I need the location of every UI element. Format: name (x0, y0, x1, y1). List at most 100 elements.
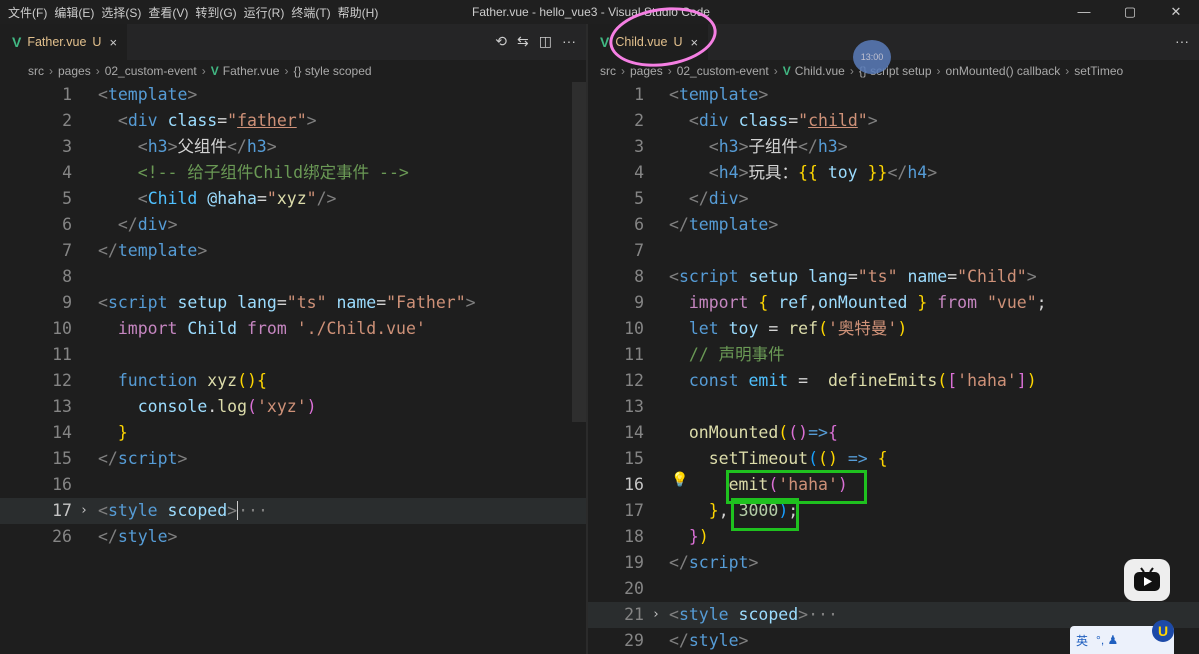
line-number: 10 (52, 319, 72, 338)
code-line[interactable]: 3 <h3>父组件</h3> (0, 134, 586, 160)
code-line[interactable]: 4 <!-- 给子组件Child绑定事件 --> (0, 160, 586, 186)
code-line[interactable]: 4 <h4>玩具：{{ toy }}</h4> (588, 160, 1199, 186)
code-line[interactable]: 17 › <style scoped>··· (0, 498, 586, 524)
code-line[interactable]: 3 <h3>子组件</h3> (588, 134, 1199, 160)
code-line[interactable]: 7 (588, 238, 1199, 264)
menu-item-6[interactable]: 终端(T) (291, 4, 337, 21)
code-line[interactable]: 1 <template> (588, 82, 1199, 108)
code-line[interactable]: 15 setTimeout(() => { (588, 446, 1199, 472)
line-number: 19 (624, 553, 644, 572)
split-editor-icon[interactable]: ◫ (539, 33, 552, 50)
code-line[interactable]: 8 <script setup lang="ts" name="Child"> (588, 264, 1199, 290)
menu-item-5[interactable]: 运行(R) (244, 4, 292, 21)
line-number: 5 (62, 189, 72, 208)
code-line[interactable]: 16 (0, 472, 586, 498)
timeline-icon[interactable]: ⟲ (495, 33, 507, 50)
menu-item-1[interactable]: 编辑(E) (54, 4, 101, 21)
fold-chevron-icon[interactable]: › (652, 602, 660, 628)
code-line[interactable]: 5 </div> (588, 186, 1199, 212)
code-line[interactable]: 8 (0, 264, 586, 290)
breadcrumb-item[interactable]: 02_custom-event (105, 64, 197, 78)
line-number: 14 (52, 423, 72, 442)
lightbulb-icon[interactable]: 💡 (671, 471, 688, 488)
code-line[interactable]: 20 (588, 576, 1199, 602)
u-badge-icon[interactable]: U (1152, 620, 1174, 642)
menu-item-4[interactable]: 转到(G) (195, 4, 243, 21)
code-text: <script setup lang="ts" name="Child"> (669, 267, 1037, 286)
menu-item-7[interactable]: 帮助(H) (338, 4, 386, 21)
line-number: 17 (624, 501, 644, 520)
breadcrumb-item[interactable]: setTimeo (1074, 64, 1123, 78)
code-line[interactable]: 26 </style> (0, 524, 586, 550)
scrollbar-left[interactable] (572, 82, 586, 422)
code-line[interactable]: 17 }, 3000); (588, 498, 1199, 524)
code-line[interactable]: 19 </script> (588, 550, 1199, 576)
code-text: } (117, 423, 128, 442)
code-line[interactable]: 15 </script> (0, 446, 586, 472)
code-text: </div> (688, 189, 749, 208)
code-line[interactable]: 2 <div class="father"> (0, 108, 586, 134)
code-line[interactable]: 1 <template> (0, 82, 586, 108)
code-line[interactable]: 11 // 声明事件 (588, 342, 1199, 368)
compare-icon[interactable]: ⇆ (517, 33, 529, 50)
line-number: 15 (52, 449, 72, 468)
code-text: <Child @haha="xyz"/> (137, 189, 337, 208)
menu-item-2[interactable]: 选择(S) (101, 4, 148, 21)
bilibili-tv-icon[interactable] (1124, 559, 1170, 601)
minimize-button[interactable]: — (1061, 0, 1107, 24)
code-text: <h3>父组件</h3> (137, 137, 277, 156)
breadcrumb-separator-icon: › (95, 64, 100, 78)
menu-item-3[interactable]: 查看(V) (148, 4, 195, 21)
code-text: </style> (669, 631, 749, 650)
code-text: }) (688, 527, 709, 546)
close-window-button[interactable]: ✕ (1153, 0, 1199, 24)
menu-item-0[interactable]: 文件(F) (8, 4, 54, 21)
breadcrumb-separator-icon: › (667, 64, 672, 78)
code-line[interactable]: 5 <Child @haha="xyz"/> (0, 186, 586, 212)
breadcrumb-item[interactable]: pages (58, 64, 91, 78)
code-line[interactable]: 21 › <style scoped>··· (588, 602, 1199, 628)
code-line[interactable]: 12 const emit = defineEmits(['haha']) (588, 368, 1199, 394)
code-editor-right[interactable]: 1 <template> 2 <div class="child"> 3 <h3>子组… (588, 82, 1199, 654)
code-editor-left[interactable]: 1 <template> 2 <div class="father"> 3 <h3>父… (0, 82, 586, 550)
code-line[interactable]: 10 import Child from './Child.vue' (0, 316, 586, 342)
code-line[interactable]: 2 <div class="child"> (588, 108, 1199, 134)
line-number: 18 (624, 527, 644, 546)
code-line[interactable]: 13 console.log('xyz') (0, 394, 586, 420)
tab-father-vue[interactable]: V Father.vue U × (0, 24, 128, 60)
line-number: 9 (634, 293, 644, 312)
code-line[interactable]: 11 (0, 342, 586, 368)
breadcrumb-item[interactable]: src (28, 64, 44, 78)
code-text: <template> (669, 85, 769, 104)
more-actions-icon[interactable]: ··· (562, 33, 576, 50)
tab-label: Father.vue (27, 35, 87, 49)
maximize-button[interactable]: ▢ (1107, 0, 1153, 24)
breadcrumb-item[interactable]: Child.vue (795, 64, 845, 78)
close-tab-icon[interactable]: × (109, 35, 117, 50)
breadcrumb-item[interactable]: 02_custom-event (677, 64, 769, 78)
code-text: onMounted(()=>{ (688, 423, 838, 442)
breadcrumb-item[interactable]: {} style scoped (293, 64, 371, 78)
more-actions-icon[interactable]: ··· (1175, 33, 1189, 49)
editor-actions-left: ⟲ ⇆ ◫ ··· (495, 33, 576, 50)
code-line[interactable]: 6 </template> (588, 212, 1199, 238)
recording-timer-badge: 13:00 (853, 40, 891, 74)
code-line[interactable]: 7 </template> (0, 238, 586, 264)
untracked-badge: U (92, 35, 102, 49)
code-line[interactable]: 6 </div> (0, 212, 586, 238)
code-line[interactable]: 14 onMounted(()=>{ (588, 420, 1199, 446)
code-line[interactable]: 10 let toy = ref('奥特曼') (588, 316, 1199, 342)
code-line[interactable]: 18 }) (588, 524, 1199, 550)
code-line[interactable]: 9 <script setup lang="ts" name="Father"> (0, 290, 586, 316)
code-line[interactable]: 9 import { ref,onMounted } from "vue"; (588, 290, 1199, 316)
breadcrumb-item[interactable]: onMounted() callback (946, 64, 1061, 78)
fold-chevron-icon[interactable]: › (80, 498, 88, 524)
breadcrumb-item[interactable]: src (600, 64, 616, 78)
ime-language[interactable]: 英 (1076, 632, 1088, 649)
code-text: </template> (669, 215, 779, 234)
code-line[interactable]: 12 function xyz(){ (0, 368, 586, 394)
line-number: 8 (634, 267, 644, 286)
breadcrumb-item[interactable]: Father.vue (223, 64, 280, 78)
code-line[interactable]: 13 (588, 394, 1199, 420)
code-line[interactable]: 14 } (0, 420, 586, 446)
